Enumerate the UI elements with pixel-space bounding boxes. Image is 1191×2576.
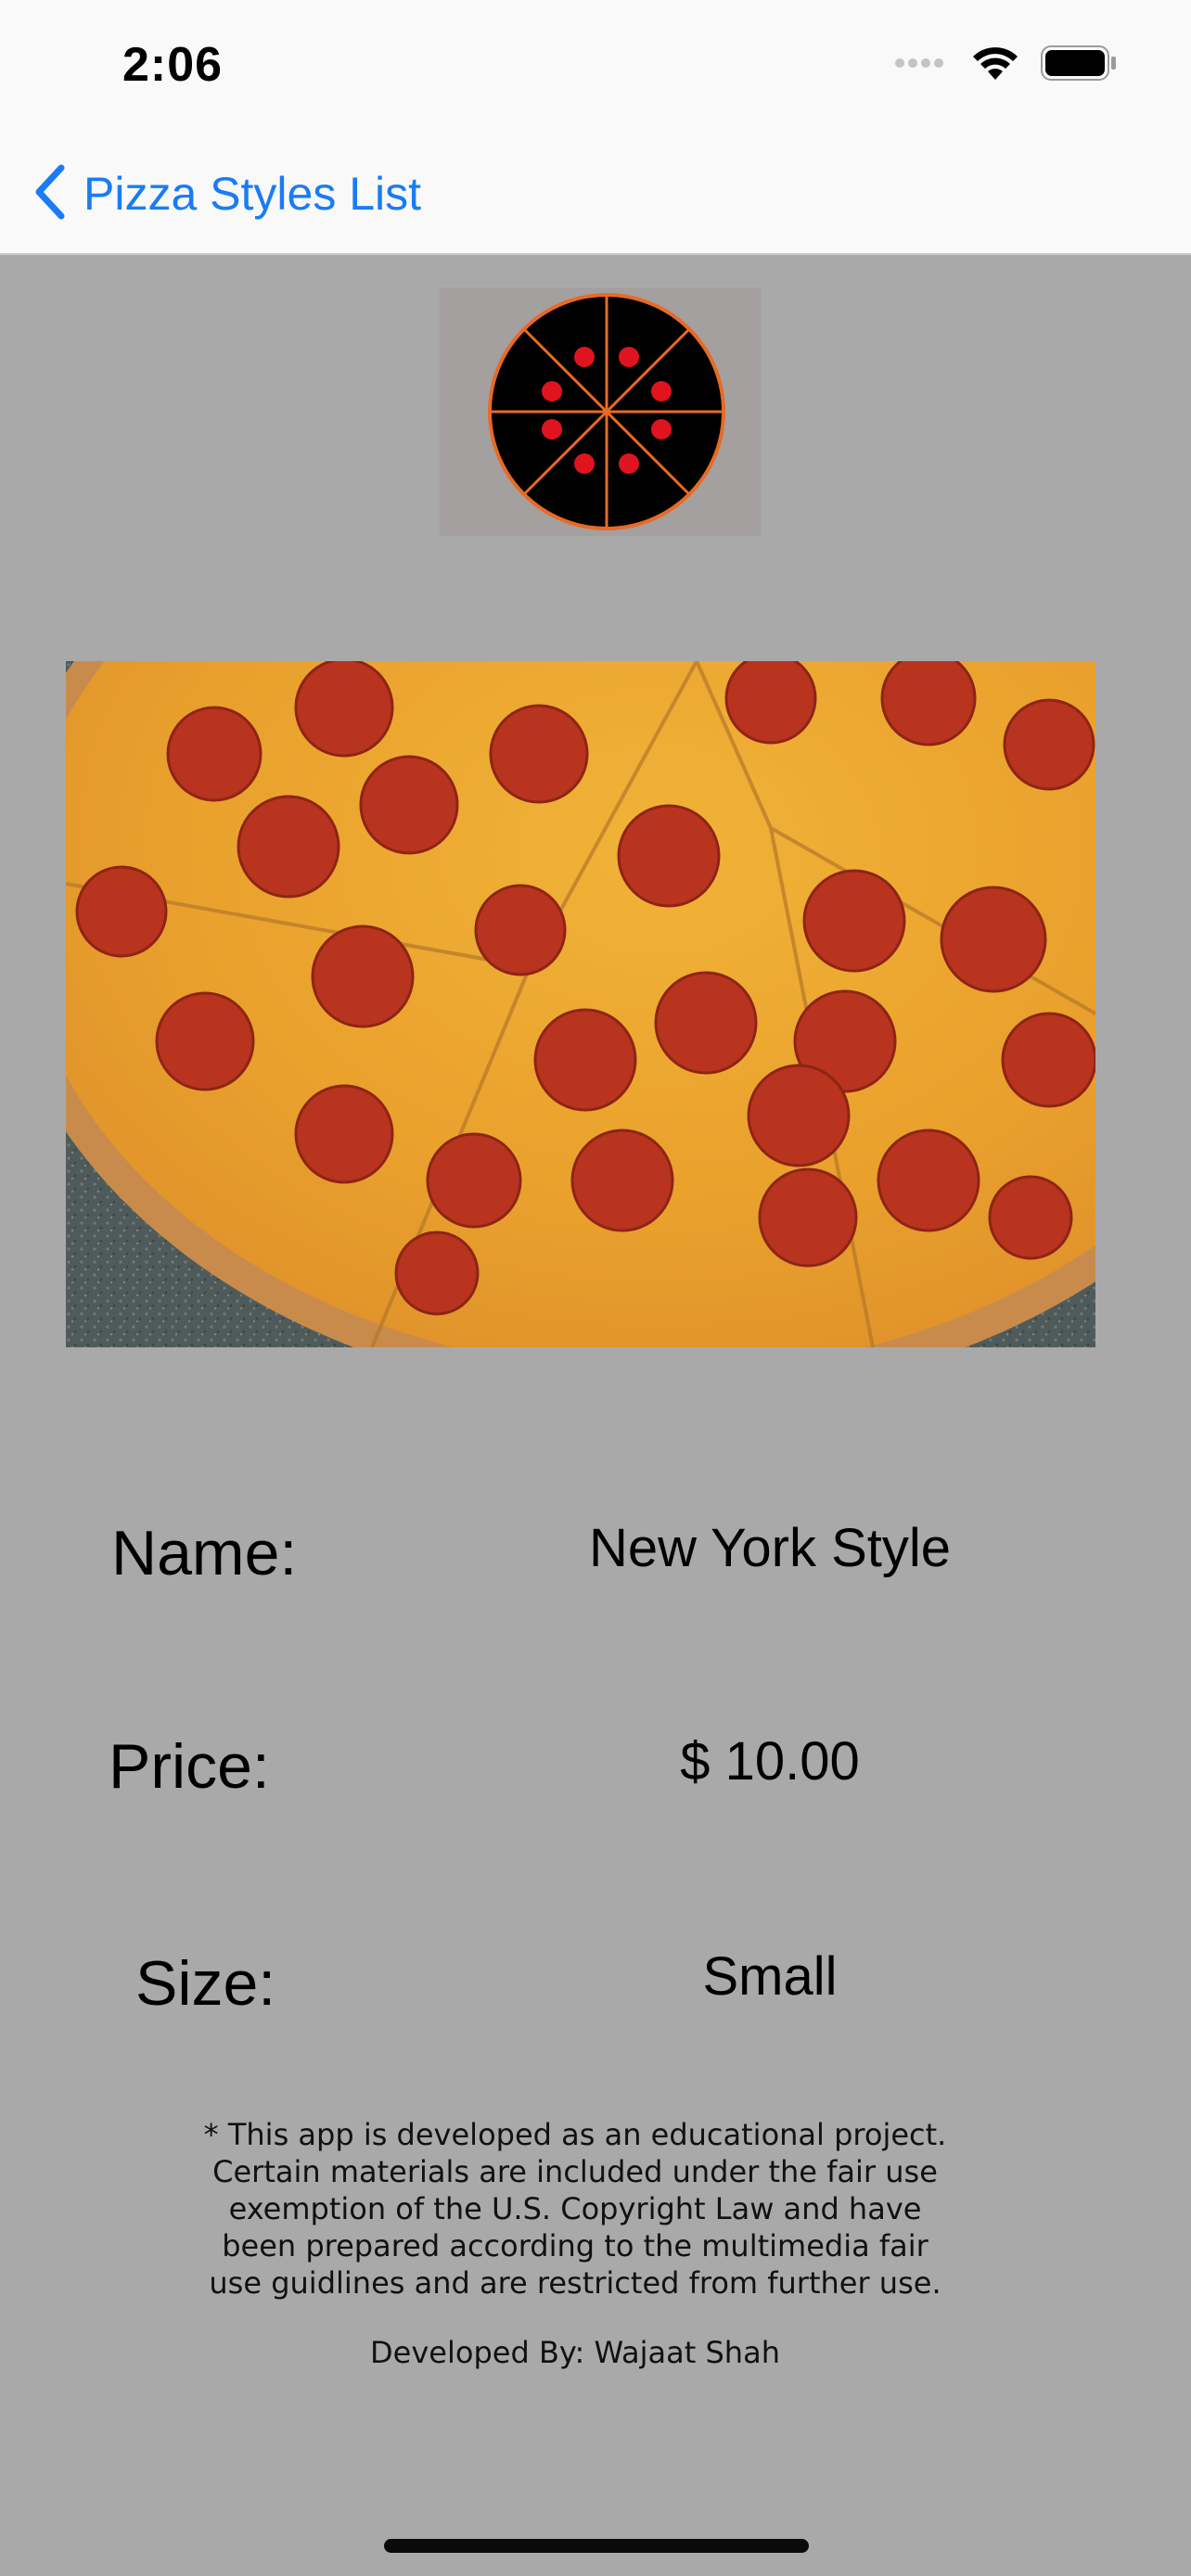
size-value: Small — [702, 1946, 838, 2007]
battery-icon — [1041, 45, 1117, 86]
pizza-logo — [440, 287, 761, 536]
back-button-label: Pizza Styles List — [83, 168, 422, 220]
status-icons — [894, 45, 1117, 86]
signal-dots-icon — [894, 57, 950, 74]
name-label: Name: — [111, 1518, 298, 1588]
disclaimer-line: * This app is developed as an educationa… — [203, 2117, 947, 2152]
navigation-bar: Pizza Styles List — [0, 139, 1191, 255]
name-value: New York Style — [588, 1518, 952, 1578]
pizza-logo-icon — [440, 293, 761, 540]
status-time: 2:06 — [122, 38, 224, 92]
disclaimer-line: been prepared according to the multimedi… — [222, 2228, 928, 2264]
disclaimer-text: * This app is developed as an educationa… — [167, 2116, 983, 2302]
pepperoni-pizza-photo — [66, 661, 1095, 1347]
wifi-icon — [970, 45, 1020, 86]
chevron-left-icon — [32, 164, 69, 224]
size-label: Size: — [135, 1948, 276, 2019]
back-button[interactable]: Pizza Styles List — [32, 161, 421, 226]
disclaimer-line: exemption of the U.S. Copyright Law and … — [228, 2191, 922, 2226]
developer-credit: Developed By: Wajaat Shah — [370, 2335, 780, 2370]
home-indicator[interactable] — [384, 2539, 809, 2553]
price-label: Price: — [109, 1731, 270, 1802]
disclaimer-line: Certain materials are included under the… — [212, 2154, 938, 2189]
price-value: $ 10.00 — [680, 1731, 860, 1792]
status-bar: 2:06 — [0, 0, 1191, 139]
disclaimer-line: use guidlines and are restricted from fu… — [209, 2265, 941, 2301]
